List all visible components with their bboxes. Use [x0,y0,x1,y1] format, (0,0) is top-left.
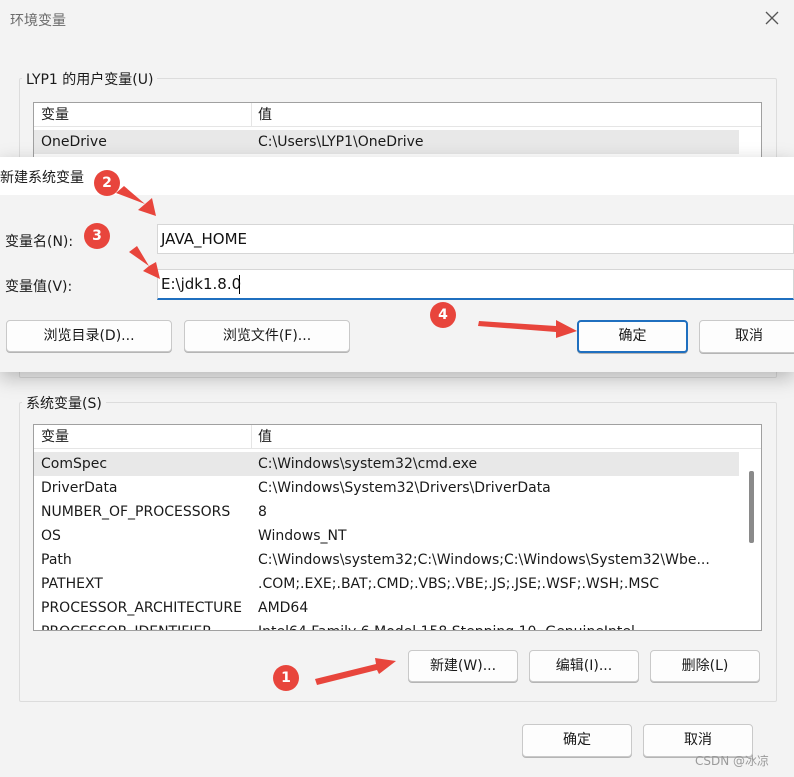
row-name: OneDrive [41,134,107,150]
close-icon[interactable] [760,6,784,30]
step-badge-1: 1 [273,665,299,691]
col-name-header[interactable]: 变量 [41,425,69,449]
variable-value-input[interactable]: E:\jdk1.8.0 [157,269,794,300]
system-vars-list[interactable]: 变量 值 ComSpec C:\Windows\system32\cmd.exe… [33,424,762,631]
new-variable-dialog: 新建系统变量 变量名(N): JAVA_HOME 变量值(V): E:\jdk1… [0,157,794,372]
row-name: PROCESSOR_ARCHITECTURE [41,600,242,616]
row-value: .COM;.EXE;.BAT;.CMD;.VBS;.VBE;.JS;.JSE;.… [258,576,660,592]
step-badge-2: 2 [94,170,120,196]
scrollbar[interactable] [742,449,761,630]
col-name-header[interactable]: 变量 [41,103,69,127]
dialog-titlebar [0,157,794,195]
browse-file-button[interactable]: 浏览文件(F)... [184,320,350,352]
ok-button[interactable]: 确定 [522,724,632,757]
watermark: CSDN @冰凉 [695,754,770,768]
name-label: 变量名(N): [5,234,74,250]
edit-button[interactable]: 编辑(I)... [529,650,639,682]
row-name: ComSpec [41,456,108,472]
row-name: Path [41,552,72,568]
variable-name-value: JAVA_HOME [161,230,248,248]
system-vars-label: 系统变量(S) [22,393,106,413]
row-name: DriverData [41,480,118,496]
row-name: PATHEXT [41,576,103,592]
row-value: Intel64 Family 6 Model 158 Stepping 10, … [258,620,635,630]
delete-button[interactable]: 删除(L) [650,650,760,682]
window-title: 环境变量 [10,13,66,29]
row-value: C:\Windows\system32;C:\Windows;C:\Window… [258,552,710,568]
variable-value-value: E:\jdk1.8.0 [161,275,242,293]
variable-name-input[interactable]: JAVA_HOME [157,224,794,254]
table-row[interactable]: PATHEXT .COM;.EXE;.BAT;.CMD;.VBS;.VBE;.J… [34,572,739,596]
row-value: C:\Users\LYP1\OneDrive [258,134,424,150]
row-value: Windows_NT [258,528,347,544]
row-value: AMD64 [258,600,309,616]
text-caret [239,275,240,294]
step-badge-4: 4 [430,302,456,328]
scrollbar-thumb[interactable] [749,471,754,543]
row-name: OS [41,528,61,544]
user-vars-header: 变量 值 [34,103,761,127]
system-vars-header: 变量 值 [34,425,761,449]
user-vars-list[interactable]: 变量 值 OneDrive C:\Users\LYP1\OneDrive [33,102,762,162]
table-row[interactable]: PROCESSOR_ARCHITECTURE AMD64 [34,596,739,620]
dialog-title: 新建系统变量 [0,170,84,186]
table-row[interactable]: OneDrive C:\Users\LYP1\OneDrive [34,130,739,154]
value-label: 变量值(V): [5,279,73,295]
col-value-header[interactable]: 值 [258,103,272,127]
col-value-header[interactable]: 值 [258,425,272,449]
table-row[interactable]: OS Windows_NT [34,524,739,548]
step-badge-3: 3 [84,223,110,249]
table-row[interactable]: ComSpec C:\Windows\system32\cmd.exe [34,452,739,476]
table-row[interactable]: Path C:\Windows\system32;C:\Windows;C:\W… [34,548,739,572]
user-vars-label: LYP1 的用户变量(U) [22,69,158,89]
row-name: PROCESSOR_IDENTIFIER [41,620,212,630]
table-row[interactable]: PROCESSOR_IDENTIFIER Intel64 Family 6 Mo… [34,620,739,630]
table-row[interactable]: NUMBER_OF_PROCESSORS 8 [34,500,739,524]
browse-directory-button[interactable]: 浏览目录(D)... [6,320,172,352]
dialog-cancel-button[interactable]: 取消 [699,320,794,353]
row-name: NUMBER_OF_PROCESSORS [41,504,231,520]
table-row[interactable]: DriverData C:\Windows\System32\Drivers\D… [34,476,739,500]
row-value: 8 [258,504,267,520]
new-button[interactable]: 新建(W)... [408,650,518,682]
row-value: C:\Windows\system32\cmd.exe [258,456,478,472]
row-value: C:\Windows\System32\Drivers\DriverData [258,480,551,496]
dialog-ok-button[interactable]: 确定 [577,320,688,353]
